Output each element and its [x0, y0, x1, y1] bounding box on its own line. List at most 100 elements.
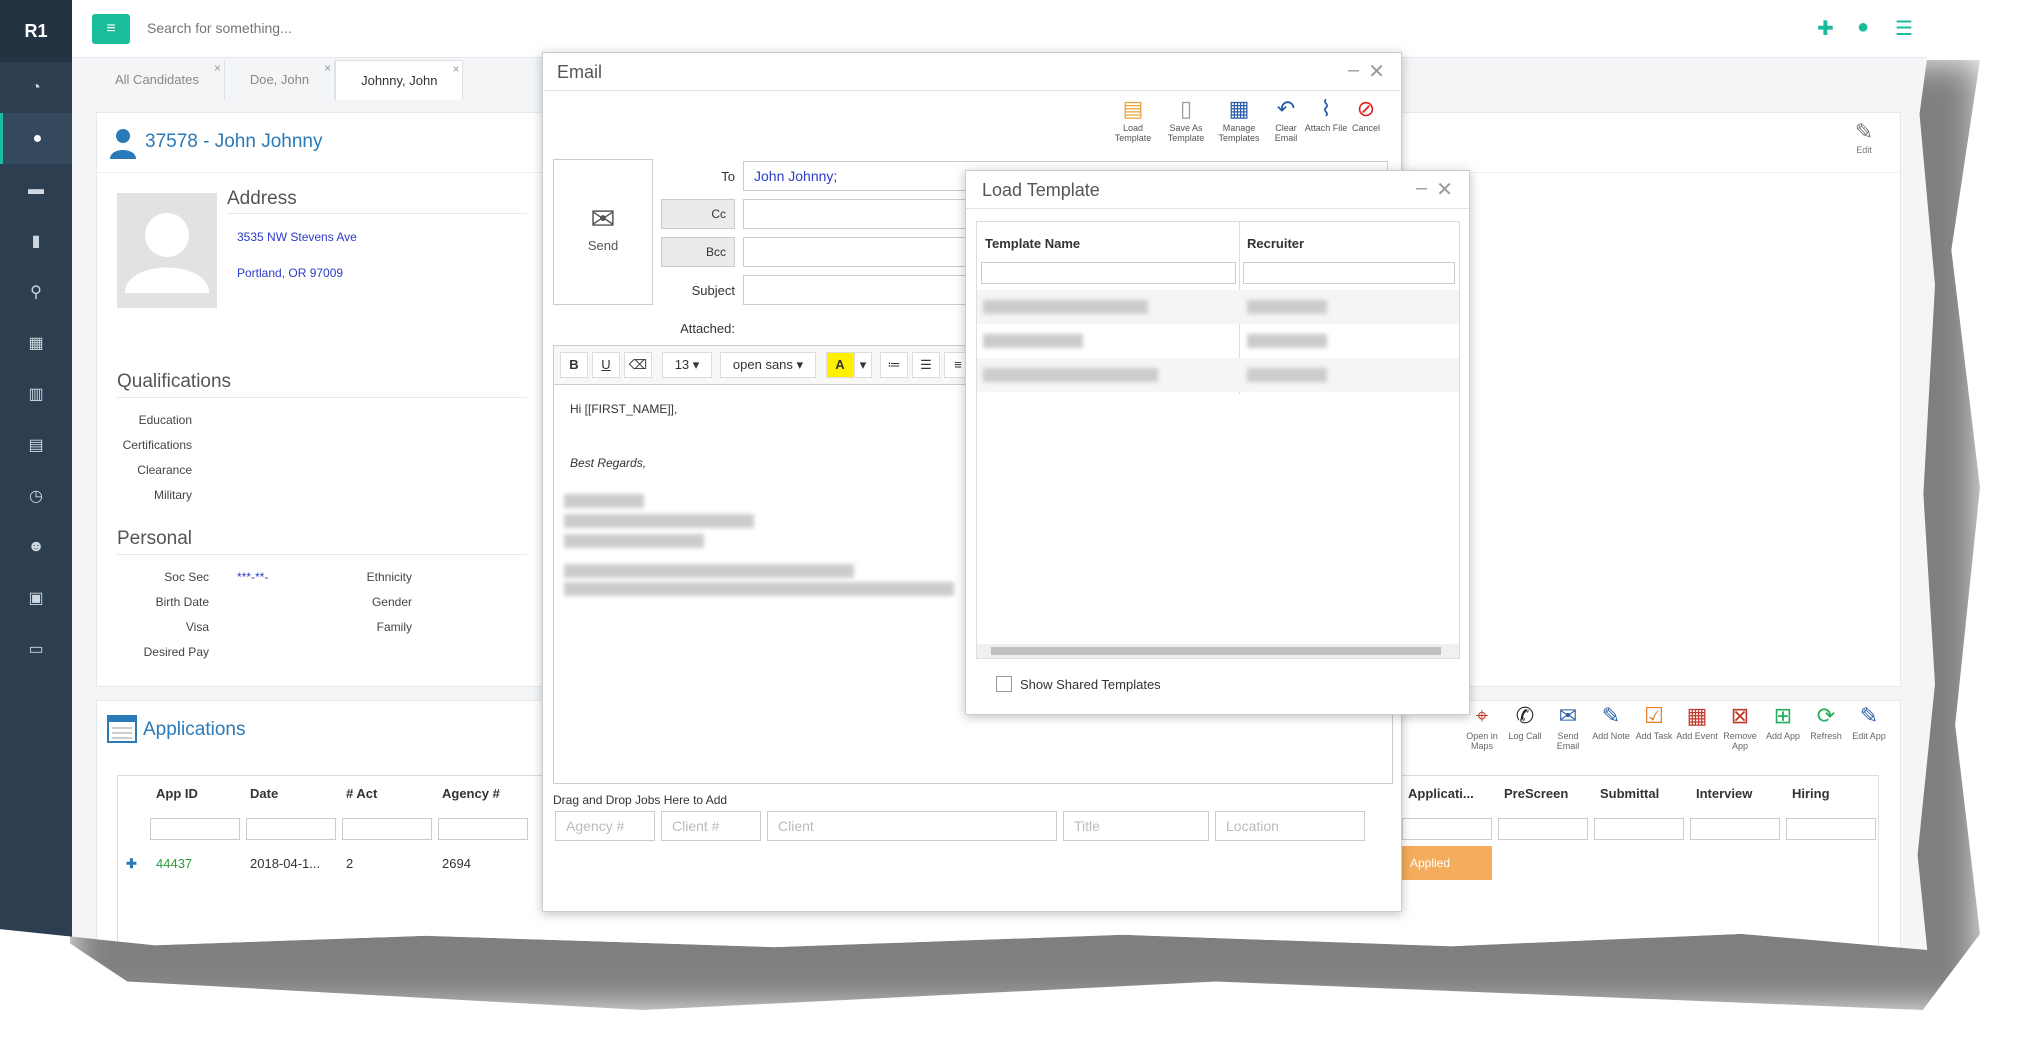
- load-template-button[interactable]: ▤ Load Template: [1110, 95, 1156, 143]
- filter-input[interactable]: [150, 818, 240, 840]
- checkbox-box[interactable]: [996, 676, 1012, 692]
- reports-icon[interactable]: ▥: [0, 368, 72, 419]
- column-header[interactable]: PreScreen: [1504, 786, 1568, 801]
- agency-filter[interactable]: Agency #: [555, 811, 655, 841]
- remove-app-button[interactable]: ⊠ Remove App: [1719, 701, 1761, 751]
- template-row[interactable]: [977, 324, 1459, 358]
- filter-input[interactable]: [1786, 818, 1876, 840]
- font-family-select[interactable]: open sans ▾: [720, 352, 816, 378]
- bcc-button[interactable]: Bcc: [661, 237, 735, 267]
- add-note-button[interactable]: ✎ Add Note: [1590, 701, 1632, 741]
- edit-app-button[interactable]: ✎ Edit App: [1848, 701, 1890, 741]
- filter-input[interactable]: [1594, 818, 1684, 840]
- candidates-icon[interactable]: ●: [0, 113, 72, 164]
- document-icon[interactable]: ▤: [0, 419, 72, 470]
- manage-templates-button[interactable]: ▦ Manage Templates: [1216, 95, 1262, 143]
- tool-label: Refresh: [1810, 731, 1842, 741]
- tab-all-candidates[interactable]: All Candidates ×: [90, 60, 225, 100]
- recruiter-header[interactable]: Recruiter: [1247, 236, 1304, 251]
- send-email-button[interactable]: ✉ Send Email: [1547, 701, 1589, 751]
- column-header[interactable]: Date: [250, 786, 278, 801]
- address-line1[interactable]: 3535 NW Stevens Ave: [237, 230, 357, 244]
- numbered-list-button[interactable]: ☰: [912, 352, 940, 378]
- column-header[interactable]: Interview: [1696, 786, 1752, 801]
- cc-button[interactable]: Cc: [661, 199, 735, 229]
- minimize-icon[interactable]: ‒: [1348, 59, 1359, 82]
- close-icon[interactable]: ×: [452, 49, 459, 89]
- bold-button[interactable]: B: [560, 352, 588, 378]
- recruiter-filter[interactable]: [1243, 262, 1455, 284]
- client-number-filter[interactable]: Client #: [661, 811, 761, 841]
- template-name-filter[interactable]: [981, 262, 1236, 284]
- tool-label: Edit App: [1852, 731, 1886, 741]
- filter-input[interactable]: [438, 818, 528, 840]
- close-icon[interactable]: ✕: [1368, 59, 1385, 84]
- filter-input[interactable]: [1498, 818, 1588, 840]
- add-icon[interactable]: ✚: [1817, 16, 1834, 41]
- close-icon[interactable]: ×: [214, 48, 221, 88]
- folder-icon[interactable]: ▭: [0, 623, 72, 674]
- filter-input[interactable]: [1402, 818, 1492, 840]
- panel-icon[interactable]: ☰: [1895, 16, 1913, 41]
- chevron-down-icon[interactable]: ▾: [854, 352, 872, 378]
- text-color-button[interactable]: A: [826, 352, 854, 378]
- filter-input[interactable]: [246, 818, 336, 840]
- font-size-select[interactable]: 13 ▾: [662, 352, 712, 378]
- underline-button[interactable]: U: [592, 352, 620, 378]
- template-row[interactable]: [977, 358, 1459, 392]
- save-as-template-button[interactable]: ▯ Save As Template: [1163, 95, 1209, 143]
- add-task-button[interactable]: ☑ Add Task: [1633, 701, 1675, 741]
- scrollbar-thumb[interactable]: [991, 647, 1441, 655]
- companies-icon[interactable]: ▮: [0, 215, 72, 266]
- template-row[interactable]: [977, 290, 1459, 324]
- dashboard-icon[interactable]: ◔: [0, 62, 72, 113]
- close-icon[interactable]: ×: [324, 48, 331, 88]
- close-icon[interactable]: ✕: [1436, 177, 1453, 202]
- tab-doe-john[interactable]: Doe, John ×: [225, 60, 336, 100]
- toolbox-icon[interactable]: ▣: [0, 572, 72, 623]
- app-id-cell[interactable]: 44437: [156, 856, 192, 871]
- log-call-button[interactable]: ✆ Log Call: [1504, 701, 1546, 741]
- menu-toggle-button[interactable]: ≡: [92, 14, 130, 44]
- note-icon: ✎: [1601, 703, 1621, 728]
- jobs-icon[interactable]: ▬: [0, 164, 72, 215]
- show-shared-templates-checkbox[interactable]: Show Shared Templates: [996, 676, 1161, 692]
- search-input[interactable]: [147, 20, 647, 36]
- address-line2[interactable]: Portland, OR 97009: [237, 266, 343, 280]
- refresh-button[interactable]: ⟳ Refresh: [1805, 701, 1847, 741]
- chat-icon[interactable]: ●: [1857, 16, 1869, 39]
- column-header[interactable]: Hiring: [1792, 786, 1830, 801]
- horizontal-scrollbar[interactable]: [977, 644, 1459, 658]
- send-button[interactable]: ✉ Send: [553, 159, 653, 305]
- clock-icon[interactable]: ◷: [0, 470, 72, 521]
- bullet-list-button[interactable]: ≔: [880, 352, 908, 378]
- client-filter[interactable]: Client: [767, 811, 1057, 841]
- title-filter[interactable]: Title: [1063, 811, 1209, 841]
- add-event-button[interactable]: ▦ Add Event: [1676, 701, 1718, 741]
- edit-button[interactable]: ✎ Edit: [1844, 119, 1884, 155]
- tab-johnny-john[interactable]: Johnny, John ×: [335, 60, 464, 100]
- column-header[interactable]: Agency #: [442, 786, 500, 801]
- minimize-icon[interactable]: ‒: [1416, 177, 1427, 200]
- column-header[interactable]: Applicati...: [1408, 786, 1474, 801]
- tool-label: Save As Template: [1167, 123, 1205, 143]
- applications-title: Applications: [143, 719, 246, 740]
- cancel-button[interactable]: ⊘ Cancel: [1343, 95, 1389, 133]
- column-header[interactable]: App ID: [156, 786, 198, 801]
- location-filter[interactable]: Location: [1215, 811, 1365, 841]
- divider: [117, 397, 527, 398]
- column-header[interactable]: # Act: [346, 786, 377, 801]
- filter-input[interactable]: [1690, 818, 1780, 840]
- eraser-icon[interactable]: ⌫: [624, 352, 652, 378]
- filter-input[interactable]: [342, 818, 432, 840]
- calendar-icon[interactable]: ▦: [0, 317, 72, 368]
- template-name-header[interactable]: Template Name: [985, 236, 1080, 251]
- redacted-text: [983, 368, 1158, 382]
- users-icon[interactable]: ☻: [0, 521, 72, 572]
- add-app-button[interactable]: ⊞ Add App: [1762, 701, 1804, 741]
- column-header[interactable]: Submittal: [1600, 786, 1659, 801]
- envelope-icon: ✉: [1558, 703, 1578, 728]
- search-icon[interactable]: ⚲: [0, 266, 72, 317]
- divider: [227, 213, 527, 214]
- expand-row-icon[interactable]: ✚: [126, 856, 137, 872]
